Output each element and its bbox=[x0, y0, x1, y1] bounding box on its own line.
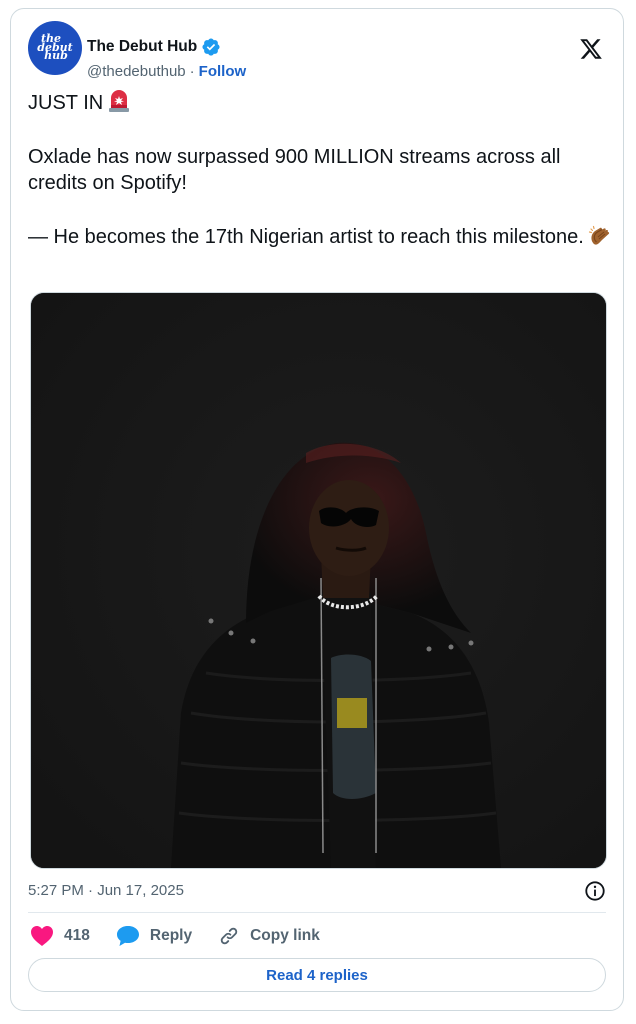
follow-link[interactable]: Follow bbox=[199, 63, 247, 80]
name-row: The Debut Hub bbox=[87, 37, 221, 57]
verified-badge-icon bbox=[202, 38, 220, 56]
tweet-line-1-text: JUST IN bbox=[28, 92, 104, 114]
x-logo-icon[interactable] bbox=[578, 37, 604, 61]
tweet-line-2: Oxlade has now surpassed 900 MILLION str… bbox=[28, 145, 561, 195]
embedded-tweet-card: the debut hub The Debut Hub @thedebuthub… bbox=[10, 8, 624, 1011]
handle-row: @thedebuthub · Follow bbox=[87, 63, 246, 80]
separator-dot: · bbox=[189, 63, 195, 80]
read-replies-button[interactable]: Read 4 replies bbox=[28, 958, 606, 992]
tweet-timestamp[interactable]: 5:27 PM · Jun 17, 2025 bbox=[28, 882, 184, 899]
reply-button[interactable]: Reply bbox=[116, 925, 192, 947]
clap-emoji-icon bbox=[588, 225, 609, 245]
heart-icon bbox=[31, 926, 53, 946]
actions-bar: 418 Reply Copy link bbox=[30, 923, 346, 949]
tweet-photo[interactable] bbox=[30, 292, 607, 869]
siren-emoji-icon bbox=[109, 90, 130, 112]
copy-link-label: Copy link bbox=[250, 927, 320, 944]
like-button[interactable]: 418 bbox=[30, 925, 90, 947]
account-handle[interactable]: @thedebuthub bbox=[87, 63, 186, 80]
tweet-line-3: — He becomes the 17th Nigerian artist to… bbox=[28, 224, 613, 251]
link-icon bbox=[220, 927, 238, 945]
avatar[interactable]: the debut hub bbox=[28, 21, 82, 75]
tweet-line-1: JUST IN bbox=[28, 89, 613, 117]
reply-label: Reply bbox=[149, 927, 193, 944]
timestamp-row: 5:27 PM · Jun 17, 2025 bbox=[28, 880, 606, 902]
info-icon[interactable] bbox=[584, 880, 606, 902]
account-name[interactable]: The Debut Hub bbox=[87, 38, 197, 56]
artist-photo-illustration bbox=[31, 293, 606, 868]
avatar-text-3: hub bbox=[44, 49, 68, 63]
tweet-text: JUST IN Oxlade has now surpassed 900 MIL… bbox=[28, 89, 613, 250]
speech-bubble-icon bbox=[116, 926, 139, 946]
copy-link-button[interactable]: Copy link bbox=[218, 925, 320, 947]
tweet-header: the debut hub The Debut Hub @thedebuthub… bbox=[28, 21, 606, 80]
like-count: 418 bbox=[64, 927, 90, 944]
read-replies-label: Read 4 replies bbox=[266, 966, 368, 984]
tweet-line-3-text: — He becomes the 17th Nigerian artist to… bbox=[28, 225, 584, 248]
divider bbox=[28, 912, 606, 913]
